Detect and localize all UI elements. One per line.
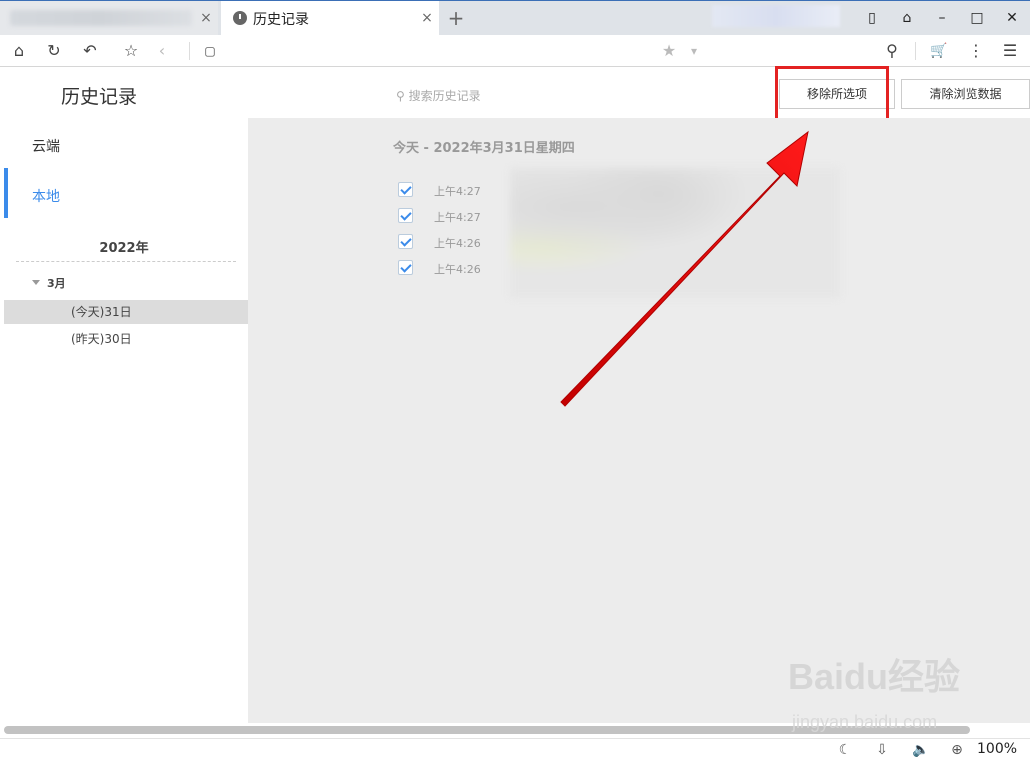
- night-mode-icon[interactable]: ☾: [836, 741, 854, 759]
- volume-icon[interactable]: 🔈: [912, 741, 930, 759]
- download-icon[interactable]: ⇩: [873, 741, 891, 759]
- watermark-logo: Baidu经验: [788, 656, 961, 697]
- annotation-arrow-icon: [560, 130, 809, 407]
- zoom-level[interactable]: 100%: [977, 741, 1017, 757]
- watermark-url: jingyan.baidu.com: [792, 712, 938, 732]
- zoom-icon[interactable]: ⊕: [948, 741, 966, 759]
